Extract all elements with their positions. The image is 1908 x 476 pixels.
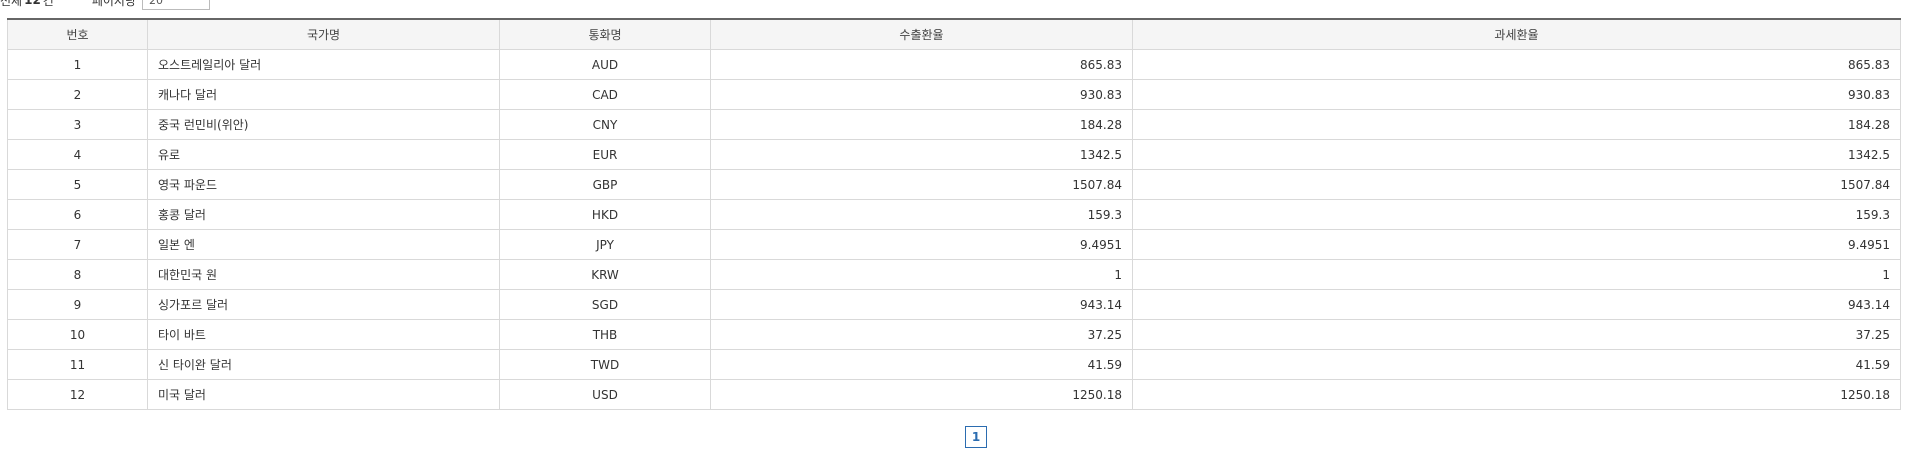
page-button-current[interactable]: 1	[965, 426, 987, 448]
table-row[interactable]: 10 타이 바트 THB 37.25 37.25	[7, 319, 1901, 350]
cell-no: 11	[7, 349, 148, 380]
table-row[interactable]: 9 싱가포르 달러 SGD 943.14 943.14	[7, 289, 1901, 320]
header-currency: 통화명	[499, 18, 711, 50]
cell-country: 홍콩 달러	[147, 199, 500, 230]
cell-tax-rate: 1	[1132, 259, 1901, 290]
cell-export-rate: 865.83	[710, 49, 1133, 80]
cell-export-rate: 1250.18	[710, 379, 1133, 410]
cell-export-rate: 41.59	[710, 349, 1133, 380]
cell-tax-rate: 184.28	[1132, 109, 1901, 140]
cell-country: 싱가포르 달러	[147, 289, 500, 320]
cell-currency: CAD	[499, 79, 711, 110]
cell-export-rate: 1	[710, 259, 1133, 290]
cell-export-rate: 37.25	[710, 319, 1133, 350]
table-header-row: 번호 국가명 통화명 수출환율 과세환율	[7, 18, 1901, 50]
table-row[interactable]: 2 캐나다 달러 CAD 930.83 930.83	[7, 79, 1901, 110]
cell-tax-rate: 159.3	[1132, 199, 1901, 230]
cell-country: 유로	[147, 139, 500, 170]
cell-no: 8	[7, 259, 148, 290]
cell-no: 5	[7, 169, 148, 200]
cell-no: 1	[7, 49, 148, 80]
cell-export-rate: 930.83	[710, 79, 1133, 110]
cell-tax-rate: 865.83	[1132, 49, 1901, 80]
cell-no: 10	[7, 319, 148, 350]
table-row[interactable]: 11 신 타이완 달러 TWD 41.59 41.59	[7, 349, 1901, 380]
table-row[interactable]: 12 미국 달러 USD 1250.18 1250.18	[7, 379, 1901, 410]
table-row[interactable]: 7 일본 엔 JPY 9.4951 9.4951	[7, 229, 1901, 260]
cell-currency: HKD	[499, 199, 711, 230]
cell-tax-rate: 9.4951	[1132, 229, 1901, 260]
cell-currency: SGD	[499, 289, 711, 320]
total-prefix: 전체	[0, 0, 23, 8]
cell-currency: CNY	[499, 109, 711, 140]
page-size-label: 페이지당	[91, 0, 137, 8]
cell-country: 영국 파운드	[147, 169, 500, 200]
table-row[interactable]: 4 유로 EUR 1342.5 1342.5	[7, 139, 1901, 170]
cell-currency: KRW	[499, 259, 711, 290]
cell-currency: JPY	[499, 229, 711, 260]
cell-currency: AUD	[499, 49, 711, 80]
list-toolbar: 전체 12 건 페이지당	[0, 0, 211, 10]
cell-tax-rate: 37.25	[1132, 319, 1901, 350]
cell-currency: USD	[499, 379, 711, 410]
table-body: 1 오스트레일리아 달러 AUD 865.83 865.83 2 캐나다 달러 CAD 930.…	[7, 49, 1901, 410]
cell-no: 7	[7, 229, 148, 260]
cell-country: 캐나다 달러	[147, 79, 500, 110]
cell-tax-rate: 930.83	[1132, 79, 1901, 110]
cell-currency: GBP	[499, 169, 711, 200]
cell-country: 오스트레일리아 달러	[147, 49, 500, 80]
cell-country: 신 타이완 달러	[147, 349, 500, 380]
total-suffix: 건	[42, 0, 54, 8]
cell-no: 3	[7, 109, 148, 140]
table-row[interactable]: 1 오스트레일리아 달러 AUD 865.83 865.83	[7, 49, 1901, 80]
cell-export-rate: 943.14	[710, 289, 1133, 320]
table-row[interactable]: 5 영국 파운드 GBP 1507.84 1507.84	[7, 169, 1901, 200]
cell-export-rate: 9.4951	[710, 229, 1133, 260]
cell-tax-rate: 1342.5	[1132, 139, 1901, 170]
header-export-rate: 수출환율	[710, 18, 1133, 50]
table-row[interactable]: 3 중국 런민비(위안) CNY 184.28 184.28	[7, 109, 1901, 140]
cell-currency: THB	[499, 319, 711, 350]
header-tax-rate: 과세환율	[1132, 18, 1901, 50]
header-no: 번호	[7, 18, 148, 50]
cell-no: 12	[7, 379, 148, 410]
cell-no: 2	[7, 79, 148, 110]
cell-country: 대한민국 원	[147, 259, 500, 290]
table-row[interactable]: 6 홍콩 달러 HKD 159.3 159.3	[7, 199, 1901, 230]
cell-no: 9	[7, 289, 148, 320]
cell-currency: EUR	[499, 139, 711, 170]
exchange-rate-grid: 번호 국가명 통화명 수출환율 과세환율 1 오스트레일리아 달러 AUD 865.8…	[7, 18, 1901, 410]
cell-export-rate: 1342.5	[710, 139, 1133, 170]
cell-tax-rate: 41.59	[1132, 349, 1901, 380]
pagination: 1	[0, 426, 1908, 448]
total-count: 12	[24, 0, 41, 7]
cell-export-rate: 184.28	[710, 109, 1133, 140]
exchange-rate-table: 번호 국가명 통화명 수출환율 과세환율 1 오스트레일리아 달러 AUD 865.8…	[7, 18, 1901, 410]
cell-country: 타이 바트	[147, 319, 500, 350]
cell-tax-rate: 1250.18	[1132, 379, 1901, 410]
cell-no: 4	[7, 139, 148, 170]
cell-export-rate: 1507.84	[710, 169, 1133, 200]
cell-currency: TWD	[499, 349, 711, 380]
cell-tax-rate: 943.14	[1132, 289, 1901, 320]
page-size-input[interactable]	[142, 0, 211, 10]
cell-country: 미국 달러	[147, 379, 500, 410]
table-row[interactable]: 8 대한민국 원 KRW 1 1	[7, 259, 1901, 290]
cell-country: 중국 런민비(위안)	[147, 109, 500, 140]
cell-export-rate: 159.3	[710, 199, 1133, 230]
cell-no: 6	[7, 199, 148, 230]
header-country: 국가명	[147, 18, 500, 50]
cell-country: 일본 엔	[147, 229, 500, 260]
cell-tax-rate: 1507.84	[1132, 169, 1901, 200]
